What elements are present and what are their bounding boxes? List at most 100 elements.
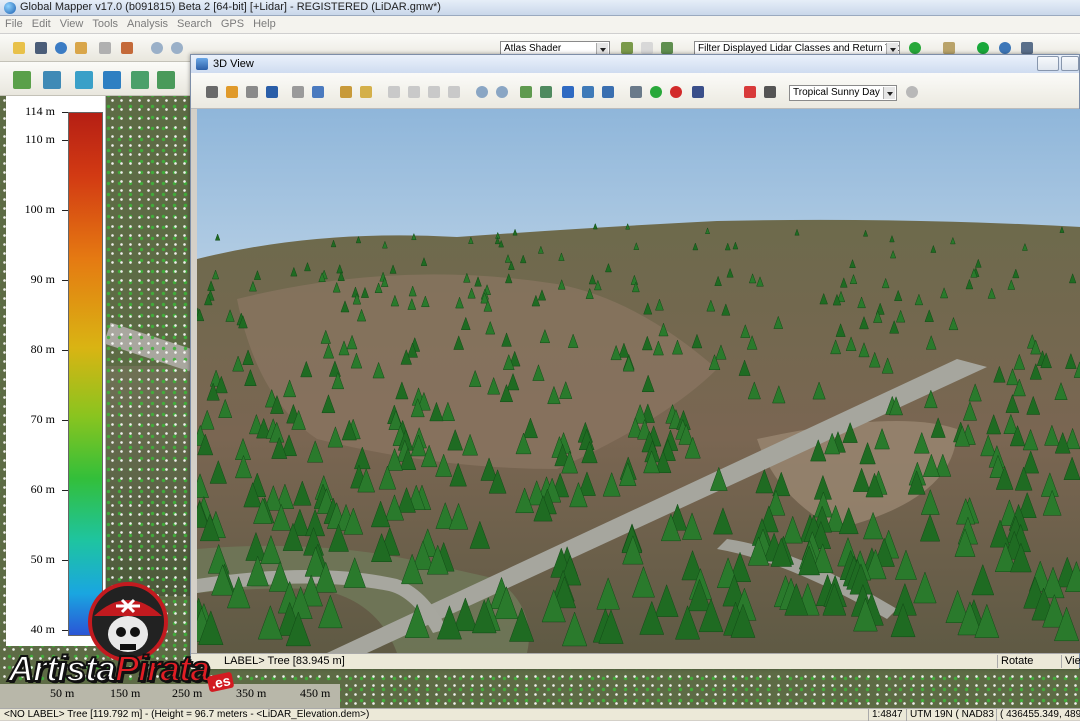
- record-stop-icon[interactable]: [667, 83, 685, 101]
- menu-file[interactable]: File: [0, 16, 27, 30]
- 3d-view-titlebar[interactable]: 3D View: [191, 55, 1079, 73]
- layers-button[interactable]: [72, 39, 90, 57]
- legend-tick-mark: [62, 280, 68, 281]
- arrow-right-icon[interactable]: [405, 83, 423, 101]
- main-statusbar: <NO LABEL> Tree [119.792 m] - (Height = …: [0, 708, 1080, 721]
- menu-analysis[interactable]: Analysis: [122, 16, 172, 30]
- zoom-in-icon[interactable]: [473, 83, 491, 101]
- window-title: Global Mapper v17.0 (b091815) Beta 2 [64…: [20, 1, 441, 13]
- legend-tick-mark: [62, 420, 68, 421]
- lidar-filter-value: Filter Displayed Lidar Classes and Retur…: [698, 43, 900, 54]
- sun-settings-icon[interactable]: [903, 83, 921, 101]
- 3d-mode-readout: Rotate: [997, 655, 1059, 668]
- legend-tick: 110 m: [25, 132, 55, 146]
- copy-icon[interactable]: [289, 83, 307, 101]
- zoom-in-icon[interactable]: [148, 39, 166, 57]
- water-icon[interactable]: [559, 83, 577, 101]
- legend-tick-mark: [62, 140, 68, 141]
- app-globe-icon: [4, 2, 16, 14]
- 3d-view-window: 3D View Tropical Sunny Day LABEL> Tree […: [190, 54, 1080, 669]
- watermark-suffix: .es: [206, 671, 235, 693]
- menu-help[interactable]: Help: [248, 16, 280, 30]
- shader-select-value: Atlas Shader: [504, 43, 562, 54]
- record-play-icon[interactable]: [647, 83, 665, 101]
- maximize-button[interactable]: [1061, 56, 1079, 71]
- 3d-view-statusbar: LABEL> Tree [83.945 m] Rotate View: [191, 653, 1080, 669]
- scale-label: 450 m: [300, 686, 331, 700]
- legend-tick: 60 m: [30, 482, 55, 496]
- elevation-color-ramp: [68, 112, 103, 636]
- arrow-up-icon[interactable]: [425, 83, 443, 101]
- camera-icon[interactable]: [627, 83, 645, 101]
- terrain-shade-icon[interactable]: [537, 83, 555, 101]
- 3d-scene-viewport[interactable]: [197, 109, 1080, 653]
- menu-tools[interactable]: Tools: [87, 16, 122, 30]
- menu-edit[interactable]: Edit: [27, 16, 55, 30]
- legend-tick-mark: [62, 112, 68, 113]
- sky-select-value: Tropical Sunny Day: [793, 87, 880, 98]
- 3d-view-readout: View: [1061, 655, 1080, 668]
- 3d-view-toolbar: Tropical Sunny Day: [191, 73, 1079, 109]
- measure-button[interactable]: [100, 68, 124, 92]
- save-button[interactable]: [32, 39, 50, 57]
- menu-bar: File Edit View Tools Analysis Search GPS Help: [0, 16, 1080, 34]
- watermark-part1: Artista: [7, 647, 117, 690]
- 3d-terrain-render: [197, 109, 1080, 653]
- select-features-button[interactable]: [154, 68, 178, 92]
- crosshair-red-icon[interactable]: [741, 83, 759, 101]
- legend-tick: 80 m: [30, 342, 55, 356]
- legend-tick-mark: [62, 490, 68, 491]
- artistapirata-watermark-logo: ArtistaPirata .es: [7, 582, 246, 702]
- legend-tick: 50 m: [30, 552, 55, 566]
- legend-tick: 114 m: [25, 104, 55, 118]
- menu-view[interactable]: View: [55, 16, 88, 30]
- 3d-view-icon: [196, 58, 208, 70]
- zoom-out-icon[interactable]: [493, 83, 511, 101]
- menu-search[interactable]: Search: [172, 16, 216, 30]
- status-feature-readout: <NO LABEL> Tree [119.792 m] - (Height = …: [4, 709, 370, 720]
- ruler-icon[interactable]: [357, 83, 375, 101]
- arrow-down-icon[interactable]: [445, 83, 463, 101]
- menu-gps[interactable]: GPS: [216, 16, 248, 30]
- arrow-left-icon[interactable]: [385, 83, 403, 101]
- chevron-down-icon: [883, 87, 895, 99]
- terrain-icon[interactable]: [517, 83, 535, 101]
- fly-icon[interactable]: [243, 83, 261, 101]
- walk-icon[interactable]: [263, 83, 281, 101]
- 3d-label-readout: LABEL> Tree [83.945 m]: [224, 655, 345, 667]
- title-bar: Global Mapper v17.0 (b091815) Beta 2 [64…: [0, 0, 1080, 16]
- legend-tick: 100 m: [24, 202, 55, 216]
- pan-icon[interactable]: [203, 83, 221, 101]
- vertical-exag-icon[interactable]: [579, 83, 597, 101]
- elevation-legend: 114 m 110 m 100 m 90 m 80 m 70 m 60 m 50…: [6, 96, 106, 646]
- tools-button[interactable]: [118, 39, 136, 57]
- crosshair-icon[interactable]: [761, 83, 779, 101]
- pencil-icon[interactable]: [337, 83, 355, 101]
- home-icon[interactable]: [309, 83, 327, 101]
- zoom-out-icon[interactable]: [168, 39, 186, 57]
- legend-tick-mark: [62, 560, 68, 561]
- legend-tick-mark: [62, 210, 68, 211]
- legend-tick: 70 m: [30, 412, 55, 426]
- status-scale: 1:4847: [868, 709, 904, 721]
- minimize-button[interactable]: [1037, 56, 1059, 71]
- legend-tick: 90 m: [30, 272, 55, 286]
- move-icon[interactable]: [223, 83, 241, 101]
- watermark-part2: Pirata: [114, 647, 211, 690]
- create-area-button[interactable]: [10, 68, 34, 92]
- status-coordinates: ( 436455.349, 489437: [996, 709, 1080, 721]
- create-point-button[interactable]: [72, 68, 96, 92]
- global-mapper-app: Global Mapper v17.0 (b091815) Beta 2 [64…: [0, 0, 1080, 721]
- create-line-button[interactable]: [40, 68, 64, 92]
- open-folder-button[interactable]: [10, 39, 28, 57]
- watermark-text: ArtistaPirata: [7, 647, 211, 690]
- legend-tick-mark: [62, 350, 68, 351]
- save-image-icon[interactable]: [689, 83, 707, 101]
- 3d-view-title: 3D View: [213, 58, 254, 70]
- print-button[interactable]: [96, 39, 114, 57]
- sky-select[interactable]: Tropical Sunny Day: [789, 85, 897, 101]
- edit-vertex-button[interactable]: [128, 68, 152, 92]
- grid-icon[interactable]: [599, 83, 617, 101]
- status-projection: UTM 19N ( NAD83 ): [906, 709, 994, 721]
- globe-button[interactable]: [52, 39, 70, 57]
